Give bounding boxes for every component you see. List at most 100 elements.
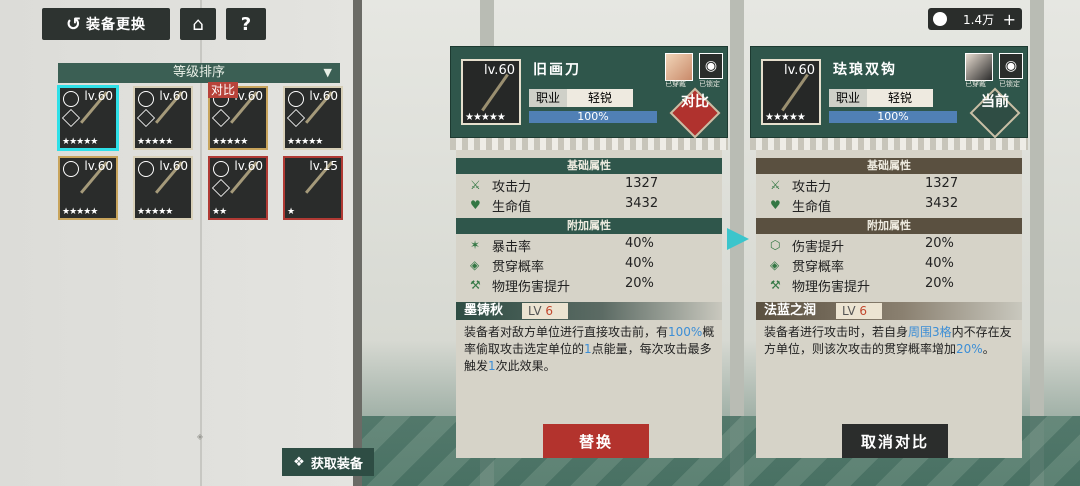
item-stars: ★★★★★ <box>287 137 323 147</box>
skill-level: 6 <box>859 304 868 318</box>
currency-display: 1.4万 + <box>928 8 1022 30</box>
class-emblem-icon <box>138 91 154 107</box>
skill-header: 法蓝之润 LV 6 <box>756 302 1022 320</box>
equipment-stars: ★★★★★ <box>465 112 506 123</box>
extra-attributes-title: 附加属性 <box>756 218 1022 234</box>
type-emblem-icon <box>286 108 306 128</box>
back-button[interactable]: ↺ 装备更换 <box>42 8 170 40</box>
desc-highlight: 1 <box>488 359 496 373</box>
attribute-row: ⚒ 物理伤害提升 20% <box>770 276 1010 295</box>
home-icon: ⌂ <box>192 13 204 35</box>
obtain-equipment-button[interactable]: ❖ 获取装备 <box>282 448 374 476</box>
desc-highlight: 20% <box>956 342 983 356</box>
base-attributes-title: 基础属性 <box>756 158 1022 174</box>
lock-icon[interactable]: ◉ <box>999 53 1023 79</box>
desc-text: 装备者对敌方单位进行直接攻击前，有 <box>464 325 669 339</box>
candidate-equipment-panel: lv.60 ★★★★★ 旧画刀 职业 轻锐 100% ◉ 已穿戴 已锁定 对比 … <box>450 46 728 476</box>
heart-icon: ♥ <box>770 198 781 212</box>
add-currency-button[interactable]: + <box>1003 10 1016 29</box>
class-emblem-icon <box>288 91 304 107</box>
skill-description: 装备者对敌方单位进行直接攻击前，有100%概率偷取攻击选定单位的1点能量，每次攻… <box>464 324 716 375</box>
desc-highlight: 100% <box>668 325 703 339</box>
pierce-icon: ◈ <box>470 258 480 272</box>
item-level: lv.60 <box>84 89 113 103</box>
attribute-name: 生命值 <box>792 200 832 215</box>
compare-tag: 对比 <box>208 82 239 98</box>
cancel-compare-button[interactable]: 取消对比 <box>842 424 948 458</box>
item-stars: ★ <box>287 207 295 217</box>
equipment-name: 旧画刀 <box>533 62 581 78</box>
equipment-level: lv.60 <box>784 63 815 78</box>
damage-up-icon: ⬡ <box>770 238 781 252</box>
sort-label: 等级排序 <box>172 65 225 80</box>
inventory-item[interactable]: lv.60 ★★ <box>208 156 268 220</box>
attribute-name: 贯穿概率 <box>792 260 845 275</box>
back-arrow-icon: ↺ <box>65 13 83 35</box>
skill-name: 墨铸秋 <box>464 303 504 318</box>
help-button[interactable]: ? <box>226 8 266 40</box>
inventory-item[interactable]: lv.60 ★★★★★ <box>133 156 193 220</box>
attribute-row: ◈ 贯穿概率 40% <box>770 256 1010 275</box>
skill-level-prefix: LV <box>842 304 860 318</box>
inventory-item[interactable]: lv.60 ★★★★★ <box>58 86 118 150</box>
watermark-logo: ◈ <box>196 432 204 441</box>
equipment-name: 珐琅双钩 <box>833 62 897 78</box>
attribute-row: ◈ 贯穿概率 40% <box>470 256 710 275</box>
locked-label: 已锁定 <box>699 80 720 88</box>
skill-level-badge: LV 6 <box>836 303 882 319</box>
job-value: 轻锐 <box>587 91 612 105</box>
attribute-row: ⚔ 攻击力 1327 <box>470 176 710 195</box>
attribute-value: 40% <box>625 236 654 251</box>
inventory-item[interactable]: lv.60 ★★★★★ <box>283 86 343 150</box>
help-icon: ? <box>240 13 252 35</box>
attribute-value: 20% <box>925 236 954 251</box>
lock-icon[interactable]: ◉ <box>699 53 723 79</box>
crossed-swords-icon: ⚔ <box>470 178 481 192</box>
progress-bar: 100% <box>529 111 657 123</box>
home-button[interactable]: ⌂ <box>180 8 216 40</box>
inventory-item[interactable]: lv.60 ★★★★★ <box>133 86 193 150</box>
inventory-item[interactable]: lv.60 ★★★★★ <box>58 156 118 220</box>
inventory-item[interactable]: lv.15 ★ <box>283 156 343 220</box>
coin-icon <box>933 12 947 26</box>
desc-text: 次此效果。 <box>495 359 556 373</box>
class-emblem-icon <box>213 161 229 177</box>
attribute-value: 40% <box>625 256 654 271</box>
attribute-row: ⚒ 物理伤害提升 20% <box>470 276 710 295</box>
job-key: 职业 <box>829 89 867 107</box>
type-emblem-icon <box>211 178 231 198</box>
worn-label: 已穿戴 <box>665 80 686 88</box>
physical-damage-icon: ⚒ <box>470 278 481 292</box>
desc-highlight: 1 <box>584 342 592 356</box>
type-emblem-icon <box>61 108 81 128</box>
physical-damage-icon: ⚒ <box>770 278 781 292</box>
job-value: 轻锐 <box>887 91 912 105</box>
skill-level-prefix: LV <box>528 304 546 318</box>
replace-button[interactable]: 替换 <box>543 424 649 458</box>
inventory-panel: ↺ 装备更换 ⌂ ? 等级排序 ▼ lv.60 ★★★★★ lv.60 ★★★★… <box>0 0 362 486</box>
item-level: lv.60 <box>234 159 263 173</box>
background-beam <box>1030 0 1044 486</box>
attribute-name: 暴击率 <box>492 240 532 255</box>
item-level: lv.60 <box>159 89 188 103</box>
extra-attributes-title: 附加属性 <box>456 218 722 234</box>
job-key: 职业 <box>529 89 567 107</box>
item-stars: ★★★★★ <box>62 137 98 147</box>
attribute-name: 生命值 <box>492 200 532 215</box>
item-stars: ★★★★★ <box>212 137 248 147</box>
attribute-value: 3432 <box>625 196 659 211</box>
inventory-item[interactable]: lv.60 ★★★★★ 对比 <box>208 82 268 150</box>
wearer-avatar <box>965 53 993 81</box>
compare-label: 对比 <box>681 94 709 110</box>
worn-label: 已穿戴 <box>965 80 986 88</box>
item-stars: ★★★★★ <box>137 137 173 147</box>
equipment-level: lv.60 <box>484 63 515 78</box>
sort-dropdown[interactable]: 等级排序 ▼ <box>58 63 340 83</box>
current-label: 当前 <box>981 94 1009 110</box>
class-emblem-icon <box>63 91 79 107</box>
equipment-header: lv.60 ★★★★★ 珐琅双钩 职业 轻锐 100% ◉ 已穿戴 已锁定 当前 <box>750 46 1028 139</box>
wearer-avatar <box>665 53 693 81</box>
weapon-icon <box>781 73 809 112</box>
attribute-value: 3432 <box>925 196 959 211</box>
scrollbar[interactable] <box>353 0 362 486</box>
